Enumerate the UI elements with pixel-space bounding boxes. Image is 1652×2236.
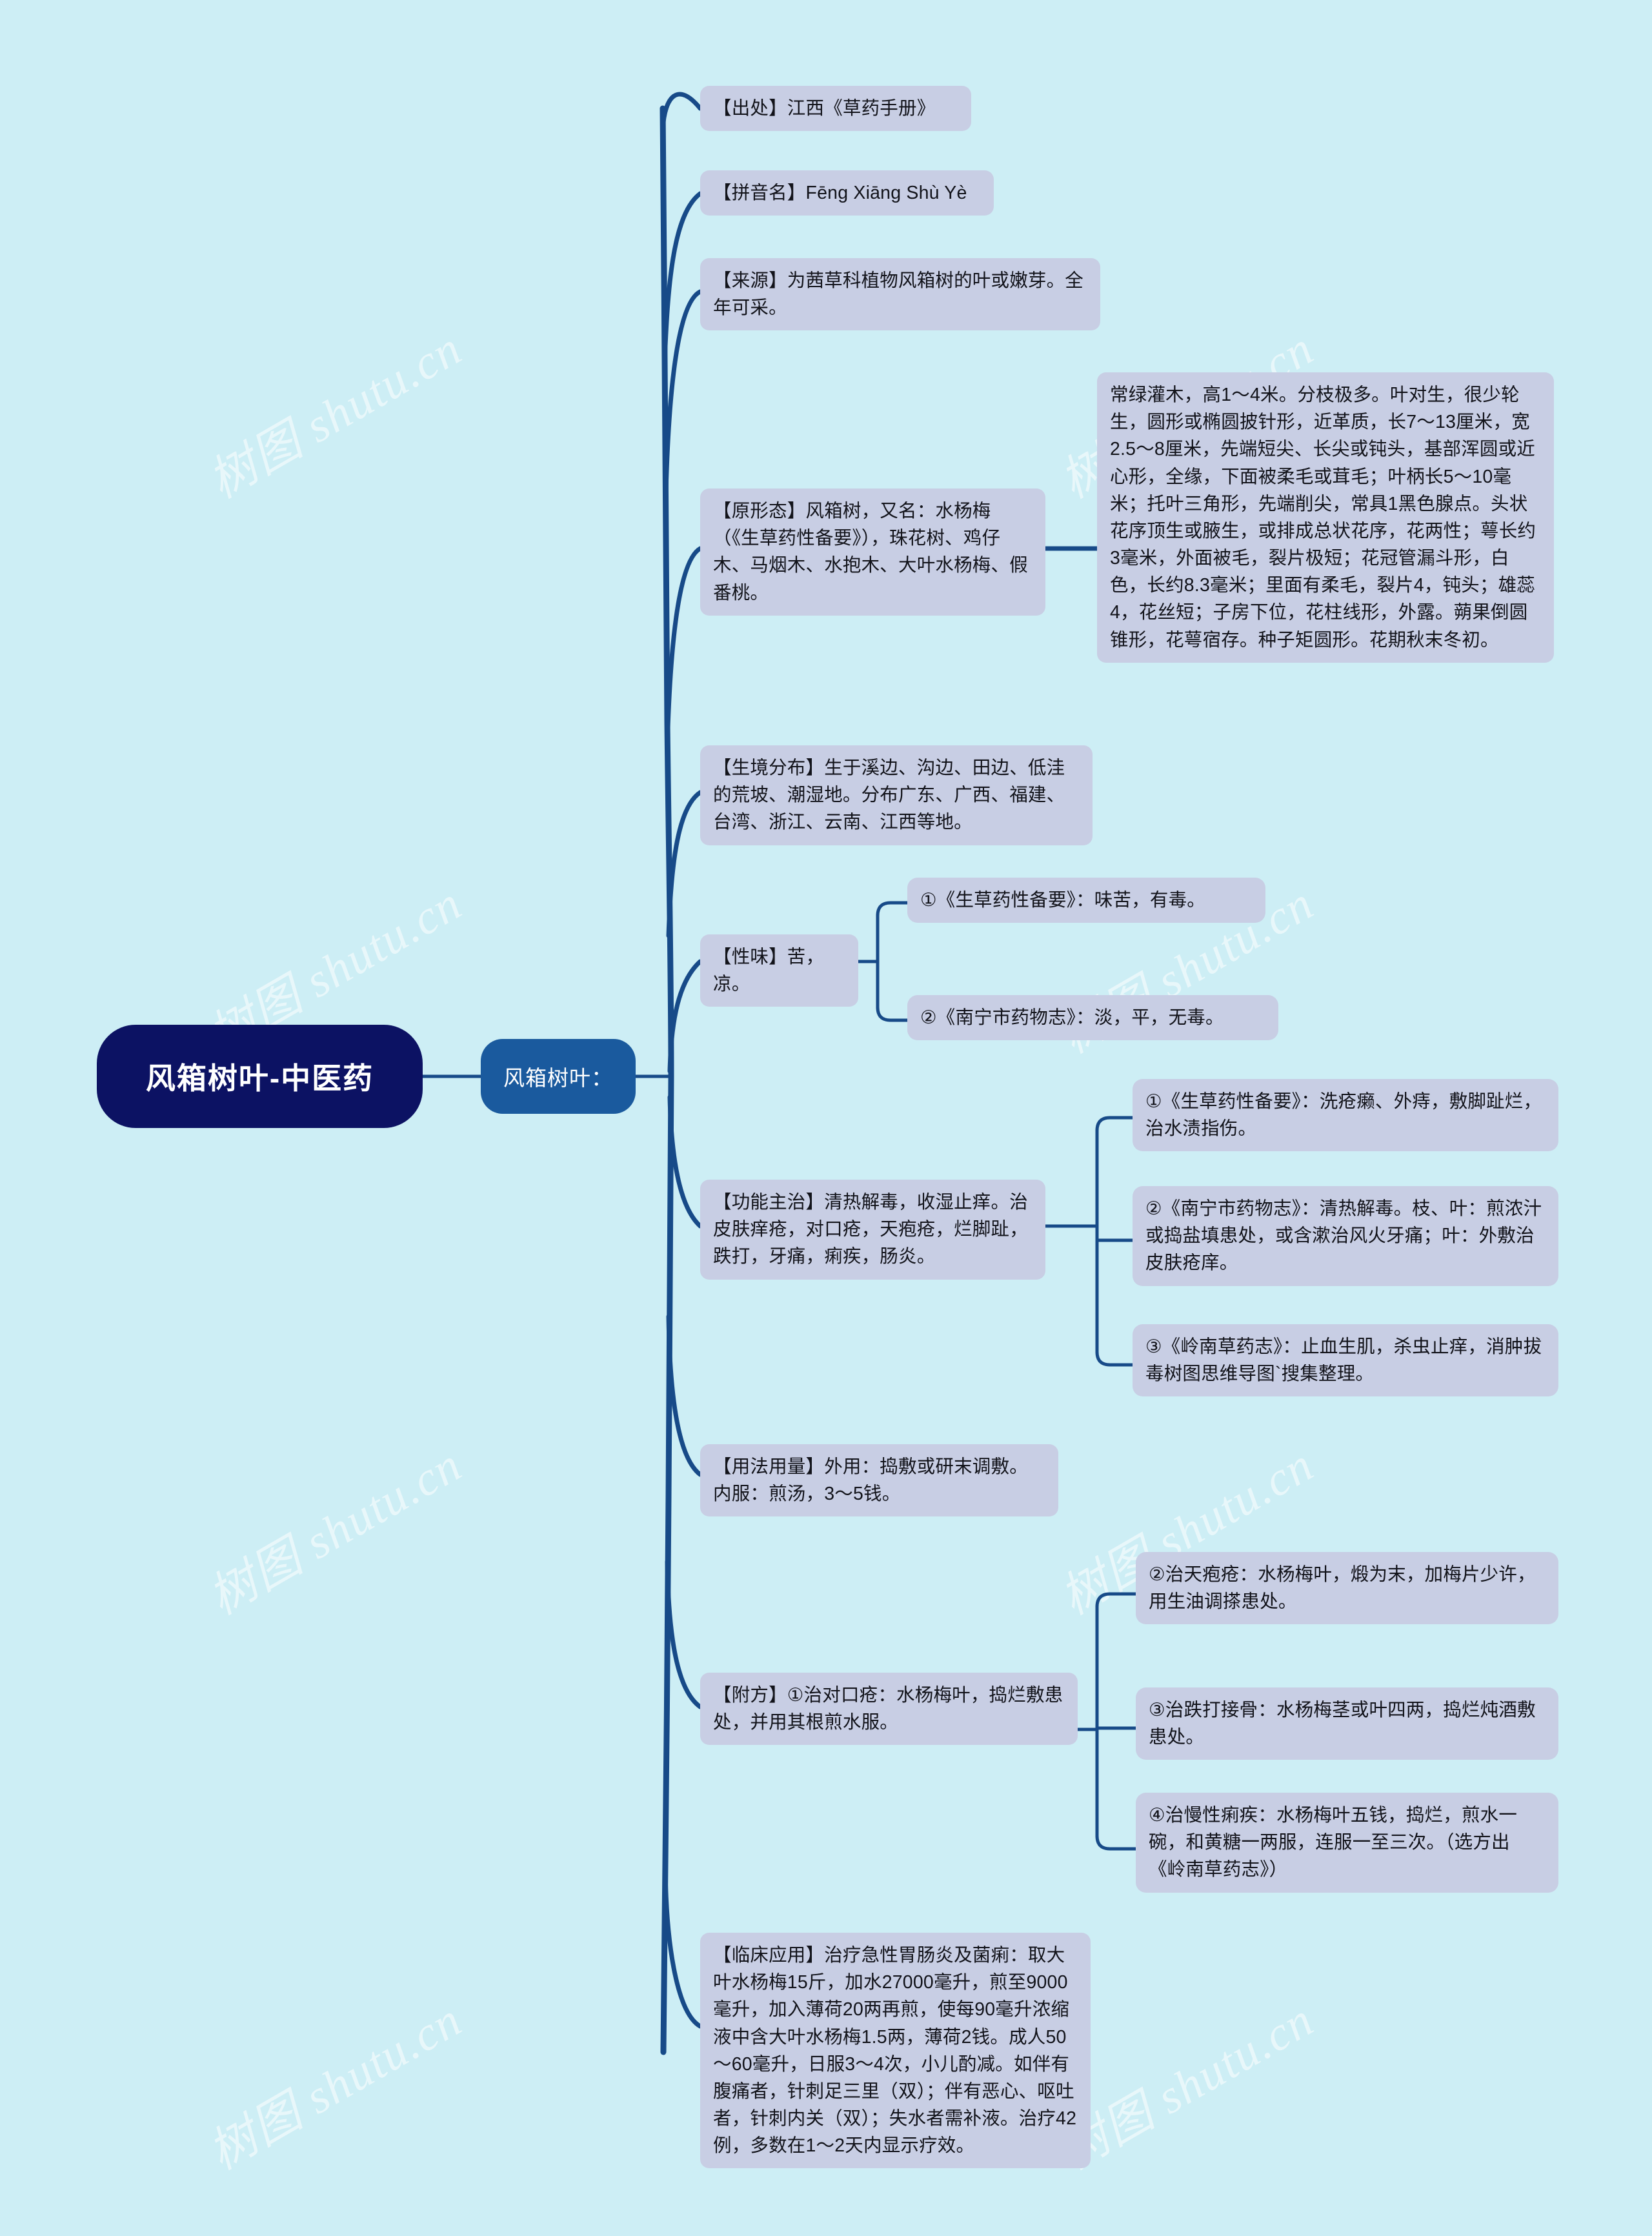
node-nature-flavor-ref-1[interactable]: ①《生草药性备要》：味苦，有毒。 (907, 878, 1265, 923)
node-nature-flavor[interactable]: 【性味】苦，凉。 (700, 934, 858, 1007)
node-clinical-application[interactable]: 【临床应用】治疗急性胃肠炎及菌痢：取大叶水杨梅15斤，加水27000毫升，煎至9… (700, 1933, 1091, 2169)
node-morphology-detail[interactable]: 常绿灌木，高1～4米。分枝极多。叶对生，很少轮生，圆形或椭圆披针形，近革质，长7… (1097, 372, 1554, 663)
node-indications-ref-3[interactable]: ③《岭南草药志》：止血生肌，杀虫止痒，消肿拔毒树图思维导图`搜集整理。 (1133, 1324, 1558, 1397)
branch-node-main[interactable]: 风箱树叶： (481, 1039, 636, 1114)
node-dosage[interactable]: 【用法用量】外用：捣敷或研末调敷。内服：煎汤，3～5钱。 (700, 1444, 1058, 1517)
node-prescriptions[interactable]: 【附方】①治对口疮：水杨梅叶，捣烂敷患处，并用其根煎水服。 (700, 1673, 1078, 1746)
node-prescription-4[interactable]: ④治慢性痢疾：水杨梅叶五钱，捣烂，煎水一碗，和黄糖一两服，连服一至三次。（选方出… (1136, 1793, 1558, 1893)
node-indications-ref-1[interactable]: ①《生草药性备要》：洗疮癞、外痔，敷脚趾烂，治水渍指伤。 (1133, 1079, 1558, 1152)
branch-node-label: 风箱树叶： (503, 1066, 613, 1090)
node-indications[interactable]: 【功能主治】清热解毒，收湿止痒。治皮肤痒疮，对口疮，天疱疮，烂脚趾，跌打，牙痛，… (700, 1180, 1045, 1280)
node-prescription-3[interactable]: ③治跌打接骨：水杨梅茎或叶四两，捣烂炖酒敷患处。 (1136, 1687, 1558, 1760)
root-node[interactable]: 风箱树叶-中医药 (97, 1025, 423, 1128)
node-nature-flavor-ref-2[interactable]: ②《南宁市药物志》：淡，平，无毒。 (907, 995, 1278, 1041)
node-source[interactable]: 【出处】江西《草药手册》 (700, 86, 971, 132)
root-label: 风箱树叶-中医药 (145, 1062, 374, 1095)
node-prescription-2[interactable]: ②治天疱疮：水杨梅叶，煅为末，加梅片少许，用生油调搽患处。 (1136, 1552, 1558, 1625)
mindmap-canvas: 树图 shutu.cn 树图 shutu.cn 树图 shutu.cn 树图 s… (0, 0, 1652, 2236)
node-pinyin[interactable]: 【拼音名】Fēng Xiāng Shù Yè (700, 170, 994, 216)
node-morphology[interactable]: 【原形态】风箱树，又名：水杨梅（《生草药性备要》），珠花树、鸡仔木、马烟木、水抱… (700, 488, 1045, 616)
node-indications-ref-2[interactable]: ②《南宁市药物志》：清热解毒。枝、叶：煎浓汁或捣盐填患处，或含漱治风火牙痛；叶：… (1133, 1186, 1558, 1286)
node-habitat[interactable]: 【生境分布】生于溪边、沟边、田边、低洼的荒坡、潮湿地。分布广东、广西、福建、台湾… (700, 745, 1093, 845)
node-origin[interactable]: 【来源】为茜草科植物风箱树的叶或嫩芽。全年可采。 (700, 258, 1100, 331)
